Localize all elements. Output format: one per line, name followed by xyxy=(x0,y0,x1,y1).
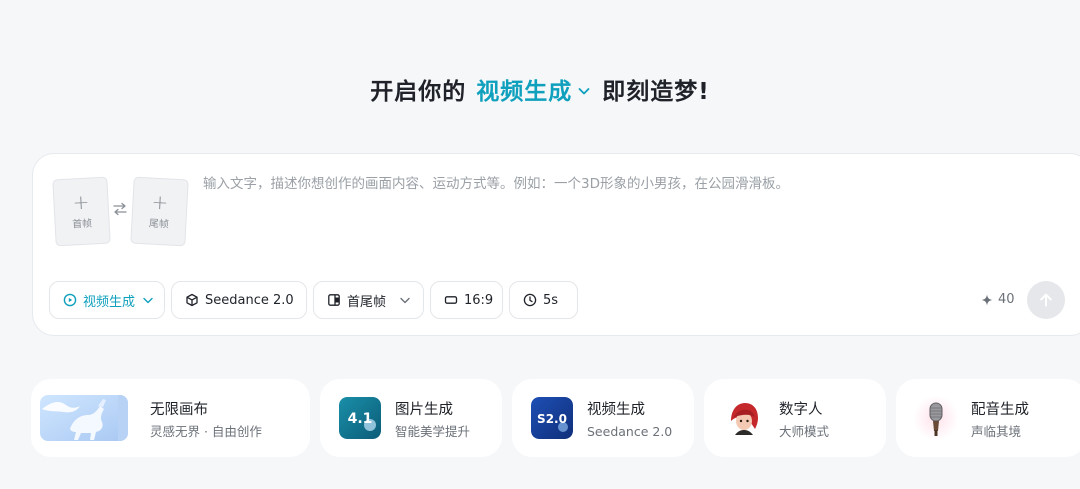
first-frame-label: 首帧 xyxy=(71,218,93,231)
card-infinite-canvas[interactable]: 无限画布 灵感无界 · 自由创作 xyxy=(31,379,310,457)
chevron-down-icon xyxy=(400,297,410,304)
duration-select[interactable]: 5s xyxy=(509,281,578,319)
card-digital-human[interactable]: 数字人 大师模式 xyxy=(704,379,886,457)
model-select-label: Seedance 2.0 xyxy=(205,292,294,308)
plus-icon: + xyxy=(71,189,90,215)
arrow-up-icon xyxy=(1040,293,1052,307)
card-title: 图片生成 xyxy=(395,402,453,418)
cube-icon xyxy=(186,293,198,307)
card-title: 无限画布 xyxy=(150,402,208,418)
avatar-girl-icon xyxy=(723,397,765,439)
plus-icon: + xyxy=(150,189,169,215)
mode-select[interactable]: 视频生成 xyxy=(49,281,165,319)
clock-icon xyxy=(523,293,537,307)
aspect-ratio-icon xyxy=(444,296,458,304)
hero-mode-dropdown[interactable]: 视频生成 xyxy=(476,72,592,106)
prompt-input[interactable] xyxy=(203,172,1063,252)
seedance-logo-icon: S2.0 xyxy=(531,397,573,439)
card-title: 数字人 xyxy=(779,402,823,418)
card-dubbing[interactable]: 配音生成 声临其境 xyxy=(896,379,1080,457)
last-frame-upload[interactable]: + 尾帧 xyxy=(130,176,189,247)
card-text: 无限画布 灵感无界 · 自由创作 xyxy=(150,401,262,439)
last-frame-label: 尾帧 xyxy=(148,218,170,231)
card-video-generation[interactable]: S2.0 视频生成 Seedance 2.0 xyxy=(512,379,694,457)
credits-count: 40 xyxy=(998,292,1015,307)
card-text: 图片生成 智能美学提升 xyxy=(395,401,470,439)
aspect-ratio-label: 16:9 xyxy=(464,292,494,308)
hero-prefix: 开启你的 xyxy=(370,79,467,105)
aspect-ratio-select[interactable]: 16:9 xyxy=(430,281,503,319)
sparkle-icon xyxy=(981,294,993,305)
image-4.1-logo-icon: 4.1 xyxy=(339,397,381,439)
frames-select-label: 首尾帧 xyxy=(347,294,387,310)
composer-toolbar: 视频生成 Seedance 2.0 首尾帧 16:9 5s xyxy=(49,281,578,319)
card-text: 数字人 大师模式 xyxy=(779,401,829,439)
feature-cards: 无限画布 灵感无界 · 自由创作 4.1 图片生成 智能美学提升 S2.0 视频… xyxy=(31,379,1080,457)
card-image-generation[interactable]: 4.1 图片生成 智能美学提升 xyxy=(320,379,502,457)
mode-select-label: 视频生成 xyxy=(83,294,136,310)
page: 开启你的 视频生成 即刻造梦! + 首帧 + 尾帧 视频生成 xyxy=(0,0,1080,489)
card-subtitle: 大师模式 xyxy=(779,424,830,439)
model-select[interactable]: Seedance 2.0 xyxy=(171,281,307,319)
card-subtitle: 声临其境 xyxy=(971,424,1022,439)
card-text: 视频生成 Seedance 2.0 xyxy=(587,401,672,439)
card-title: 视频生成 xyxy=(587,402,645,418)
card-text: 配音生成 声临其境 xyxy=(971,401,1029,439)
hero-headline: 开启你的 视频生成 即刻造梦! xyxy=(0,72,1080,106)
send-button[interactable] xyxy=(1027,281,1065,319)
pegasus-thumbnail-icon xyxy=(40,395,128,441)
video-mode-icon xyxy=(63,293,77,307)
hero-mode-label: 视频生成 xyxy=(476,79,573,105)
chevron-down-icon xyxy=(143,297,153,304)
prompt-composer: + 首帧 + 尾帧 视频生成 xyxy=(32,153,1080,336)
card-title: 配音生成 xyxy=(971,402,1029,418)
frames-icon xyxy=(328,294,340,306)
svg-text:S2.0: S2.0 xyxy=(537,412,567,426)
first-frame-upload[interactable]: + 首帧 xyxy=(52,176,111,247)
frames-select[interactable]: 首尾帧 xyxy=(313,281,424,319)
card-subtitle: 智能美学提升 xyxy=(395,424,471,439)
microphone-icon xyxy=(915,397,957,439)
card-subtitle: 灵感无界 · 自由创作 xyxy=(150,424,262,439)
card-subtitle: Seedance 2.0 xyxy=(587,424,673,439)
hero-suffix: 即刻造梦! xyxy=(602,79,710,105)
duration-label: 5s xyxy=(543,292,559,308)
credits-display: 40 xyxy=(981,292,1015,307)
chevron-down-icon xyxy=(578,87,590,94)
swap-icon[interactable] xyxy=(112,202,128,216)
svg-text:4.1: 4.1 xyxy=(348,411,373,427)
